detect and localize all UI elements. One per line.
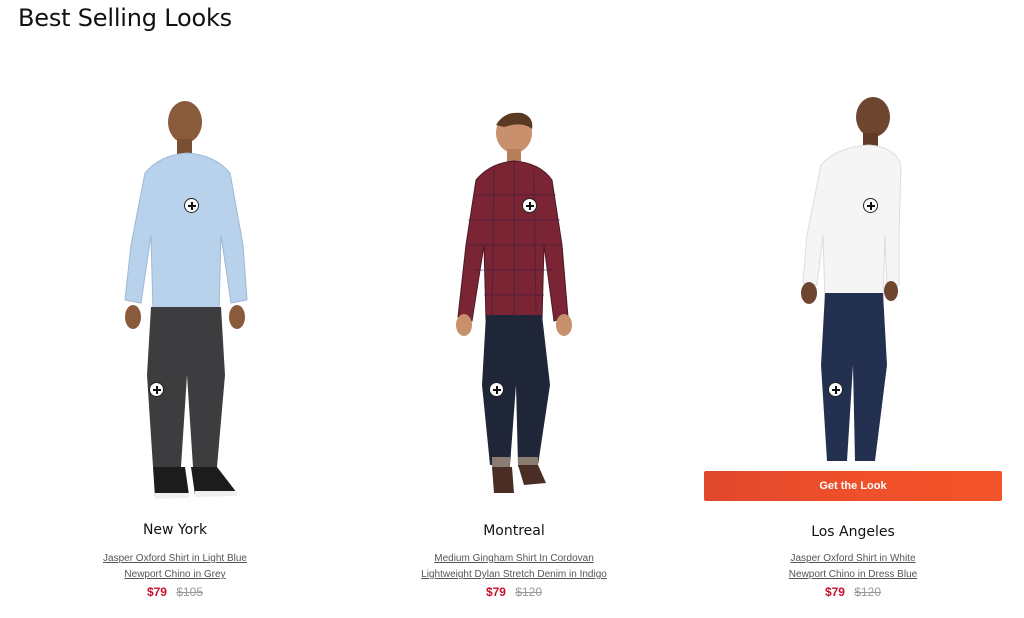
price-row: $79 $120	[364, 584, 664, 600]
shirt-hotspot-plus-icon[interactable]	[863, 198, 878, 213]
model-illustration	[124, 101, 248, 499]
item-link-shirt[interactable]: Jasper Oxford Shirt in Light Blue	[25, 551, 325, 567]
shirt-hotspot-plus-icon[interactable]	[522, 198, 537, 213]
best-selling-looks-page: Best Selling Looks New York Jasper Oxfor…	[0, 0, 1024, 618]
sale-price: $79	[146, 585, 167, 599]
pants-hotspot-plus-icon[interactable]	[489, 382, 504, 397]
item-link-pants[interactable]: Newport Chino in Dress Blue	[703, 567, 1003, 583]
look-card-montreal[interactable]: Montreal Medium Gingham Shirt In Cordova…	[364, 95, 664, 610]
sale-price: $79	[485, 585, 506, 599]
item-link-shirt[interactable]: Medium Gingham Shirt In Cordovan	[364, 551, 664, 567]
look-name: Los Angeles	[811, 524, 895, 540]
price-row: $79 $120	[703, 584, 1003, 600]
look-name: Montreal	[483, 523, 545, 539]
item-link-shirt[interactable]: Jasper Oxford Shirt in White	[703, 551, 1003, 567]
look-name: New York	[142, 522, 208, 538]
item-link-pants[interactable]: Lightweight Dylan Stretch Denim in Indig…	[364, 567, 664, 583]
price-row: $79 $105	[25, 584, 325, 600]
look-card-new-york[interactable]: New York Jasper Oxford Shirt in Light Bl…	[25, 95, 325, 610]
pants-hotspot-plus-icon[interactable]	[149, 382, 164, 397]
model-photo[interactable]: Get the Look	[703, 95, 1003, 505]
get-the-look-button[interactable]: Get the Look	[704, 471, 1002, 501]
page-title: Best Selling Looks	[18, 4, 232, 32]
look-items: Medium Gingham Shirt In Cordovan Lightwe…	[364, 551, 664, 600]
model-illustration	[456, 112, 572, 493]
look-card-los-angeles[interactable]: Get the Look Los Angeles Jasper Oxford S…	[703, 95, 1003, 610]
model-photo[interactable]	[364, 95, 664, 505]
sale-price: $79	[824, 585, 845, 599]
original-price: $120	[854, 585, 882, 599]
model-photo[interactable]	[25, 95, 325, 505]
item-link-pants[interactable]: Newport Chino in Grey	[25, 567, 325, 583]
pants-hotspot-plus-icon[interactable]	[828, 382, 843, 397]
shirt-hotspot-plus-icon[interactable]	[184, 198, 199, 213]
model-illustration	[801, 97, 902, 461]
original-price: $120	[515, 585, 543, 599]
look-items: Jasper Oxford Shirt in Light Blue Newpor…	[25, 551, 325, 600]
look-items: Jasper Oxford Shirt in White Newport Chi…	[703, 551, 1003, 600]
original-price: $105	[176, 585, 204, 599]
